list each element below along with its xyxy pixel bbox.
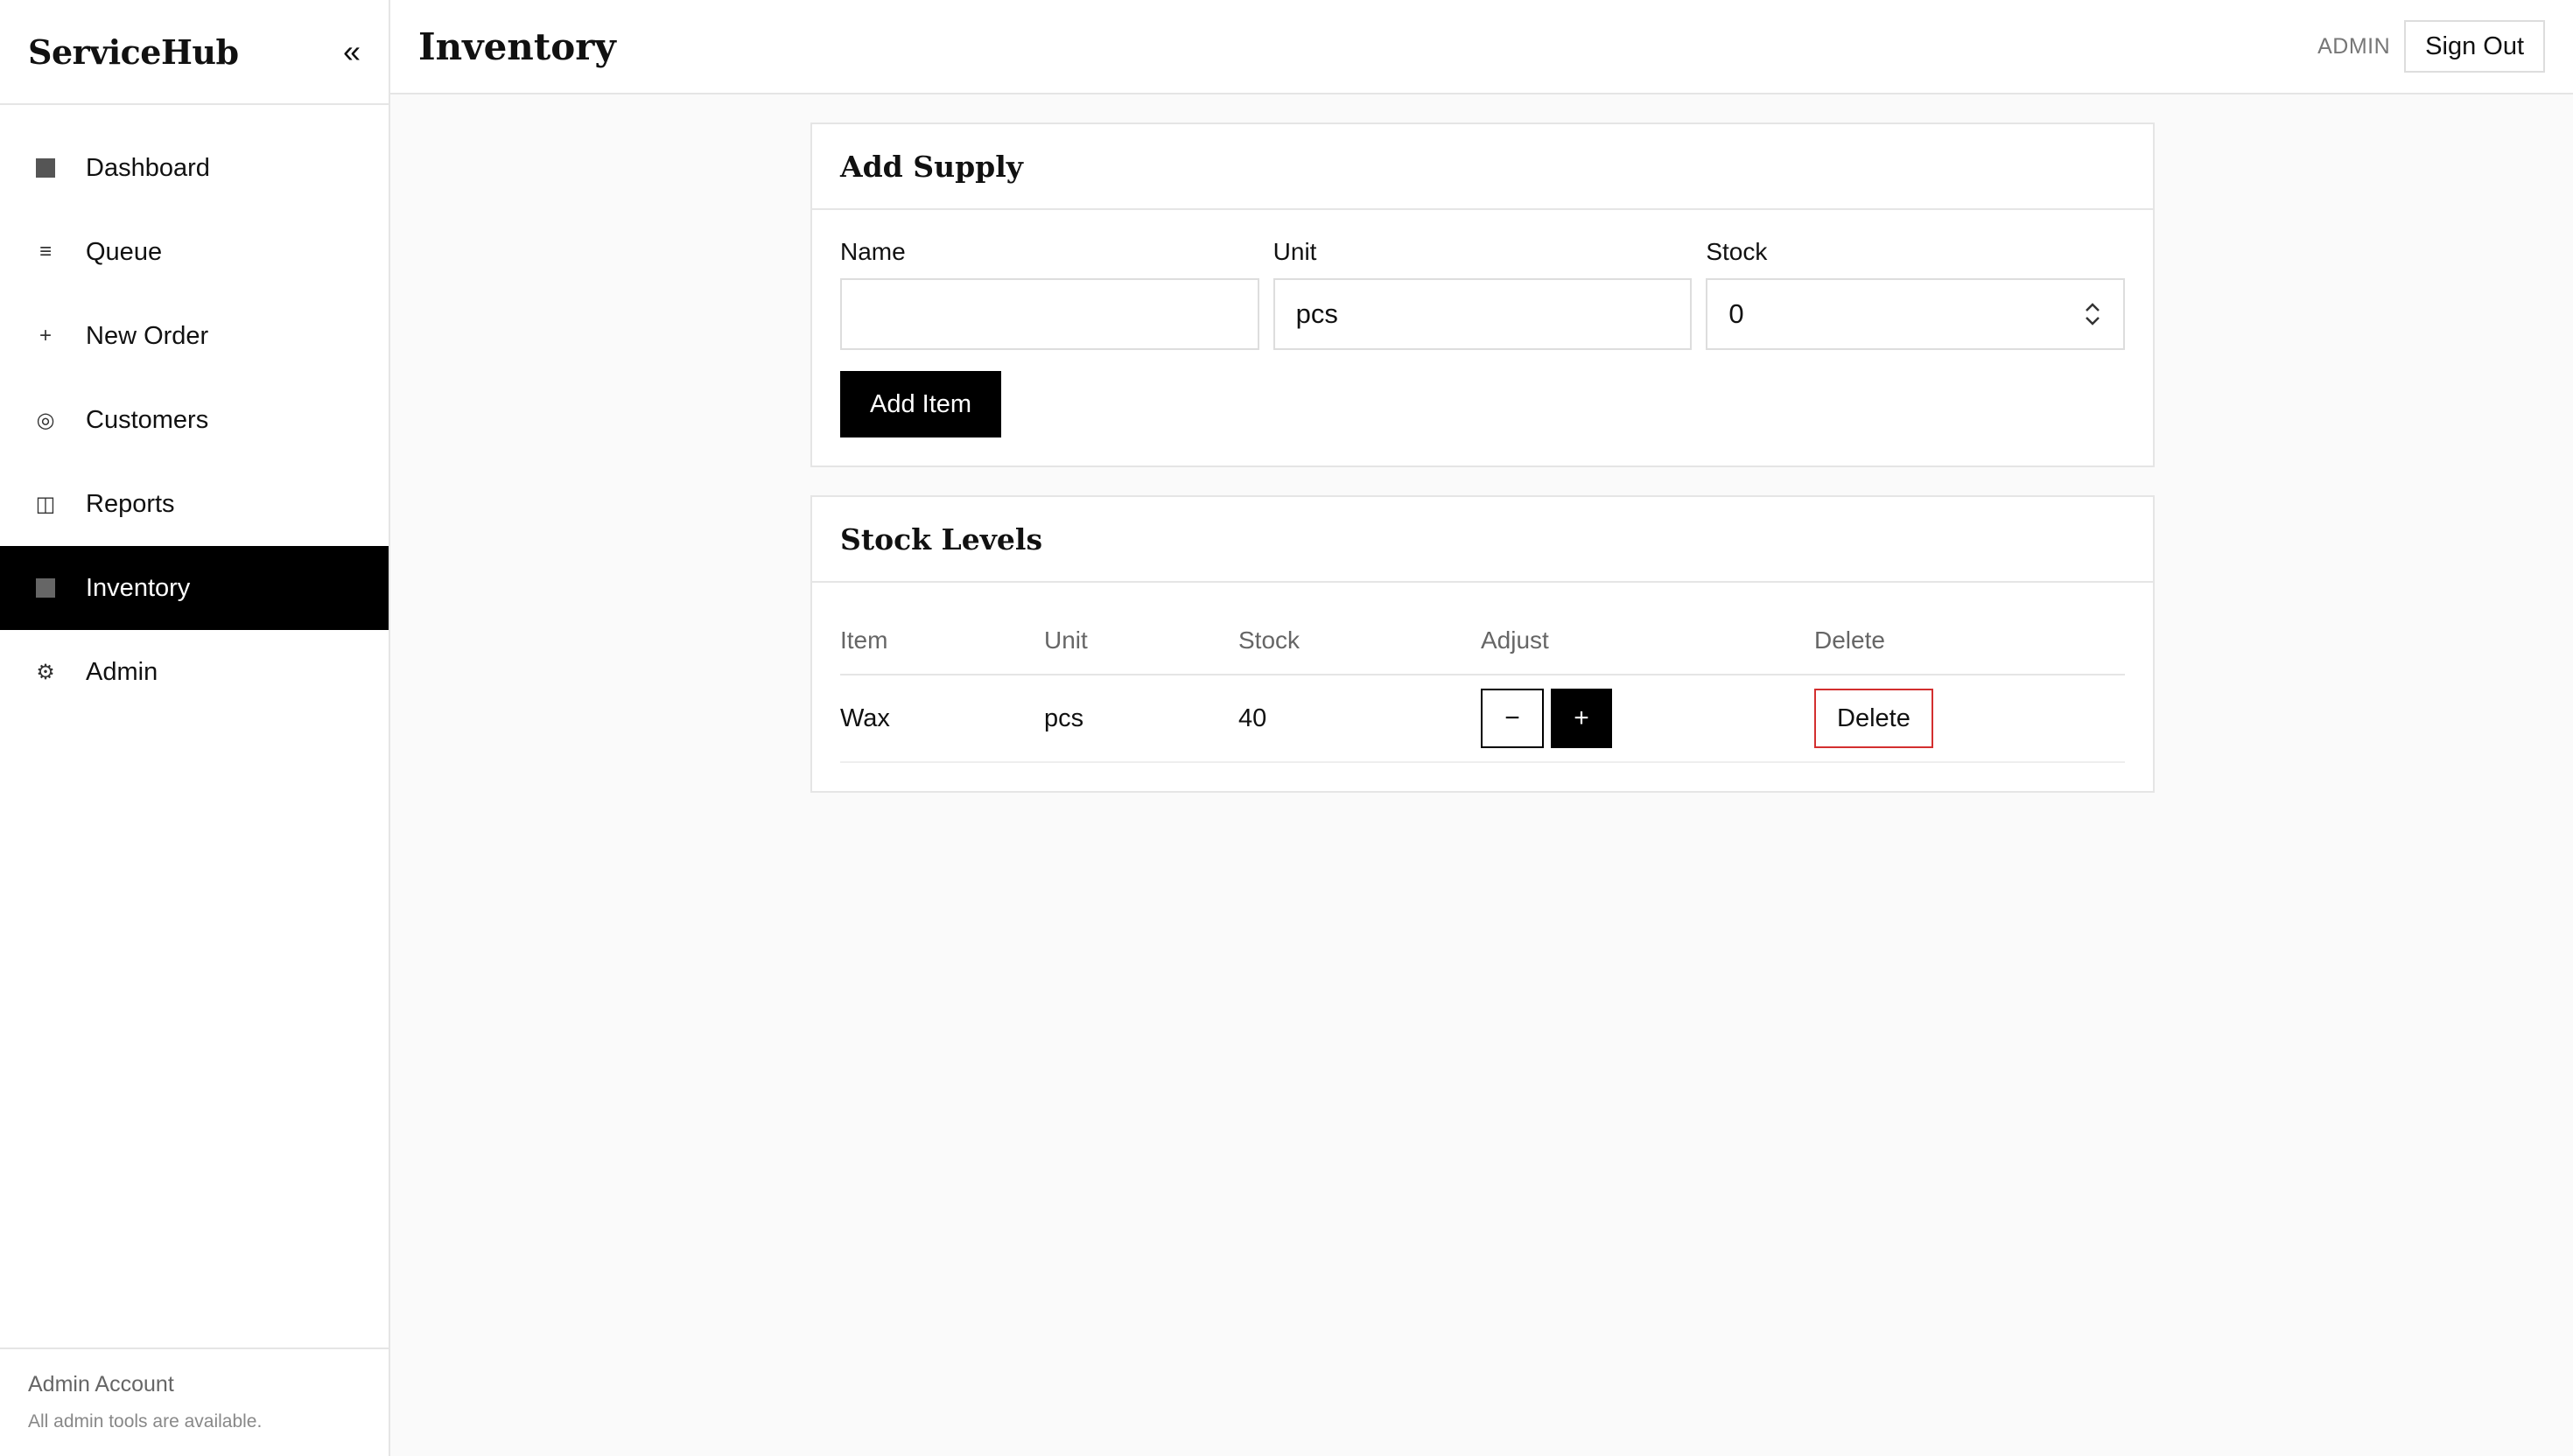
unit-input[interactable]: pcs (1272, 278, 1693, 350)
collapse-sidebar-icon[interactable]: « (343, 36, 361, 67)
topbar: Inventory ADMIN Sign Out (390, 0, 2573, 94)
sidebar-nav: Dashboard ≡ Queue + New Order ◎ Customer… (0, 105, 389, 1348)
name-input[interactable] (840, 278, 1259, 350)
cell-delete: Delete (1814, 689, 2125, 748)
add-supply-card: Add Supply Name Unit pcs Stock 0 Add Ite… (810, 122, 2155, 467)
stock-levels-header: Stock Levels (812, 497, 2153, 583)
sidebar-item-new-order[interactable]: + New Order (0, 294, 389, 378)
sidebar-item-label: Reports (86, 489, 175, 518)
add-supply-header: Add Supply (812, 124, 2153, 210)
page-title: Inventory (418, 24, 616, 68)
delete-button[interactable]: Delete (1814, 689, 1933, 748)
cell-unit: pcs (1044, 704, 1084, 732)
sidebar-item-customers[interactable]: ◎ Customers (0, 378, 389, 462)
dashboard-square-icon (33, 158, 58, 178)
menu-icon: ≡ (39, 240, 52, 263)
stock-field-group: Stock 0 (1706, 238, 2126, 350)
sidebar-item-label: Customers (86, 405, 209, 434)
sidebar: ServiceHub « Dashboard ≡ Queue + New Ord… (0, 0, 390, 1456)
sidebar-item-label: Inventory (86, 573, 191, 602)
table-row: Wax pcs 40 − + Delete (840, 676, 2125, 763)
sidebar-item-queue[interactable]: ≡ Queue (0, 210, 389, 294)
sidebar-item-label: New Order (86, 321, 209, 350)
add-supply-body: Name Unit pcs Stock 0 Add Item (812, 210, 2153, 466)
stepper-icon[interactable] (2083, 299, 2102, 329)
sidebar-footer: Admin Account All admin tools are availa… (0, 1348, 389, 1456)
unit-value: pcs (1295, 298, 1338, 329)
content: Add Supply Name Unit pcs Stock 0 Add Ite… (390, 94, 2573, 821)
role-badge: ADMIN (2317, 33, 2391, 59)
circle-icon: ◎ (36, 408, 55, 432)
app-root: ServiceHub « Dashboard ≡ Queue + New Ord… (0, 0, 2573, 1456)
inventory-square-icon (33, 578, 58, 598)
columns-icon: ◫ (35, 492, 56, 516)
column-header-adjust: Adjust (1481, 626, 1549, 654)
unit-field-group: Unit pcs (1272, 238, 1693, 350)
main-area: Inventory ADMIN Sign Out Add Supply Name (390, 0, 2573, 1456)
column-header-unit: Unit (1044, 626, 1088, 654)
name-label: Name (840, 238, 906, 265)
stock-input[interactable]: 0 (1706, 278, 2126, 350)
topbar-actions: ADMIN Sign Out (2317, 20, 2545, 73)
sidebar-item-dashboard[interactable]: Dashboard (0, 126, 389, 210)
stock-value: 0 (1728, 298, 1744, 329)
sidebar-item-reports[interactable]: ◫ Reports (0, 462, 389, 546)
sign-out-button[interactable]: Sign Out (2404, 20, 2545, 73)
sidebar-header: ServiceHub « (0, 0, 389, 105)
account-title: Admin Account (28, 1372, 174, 1396)
sidebar-item-label: Admin (86, 657, 158, 686)
sidebar-item-inventory[interactable]: Inventory (0, 546, 389, 630)
stock-levels-title: Stock Levels (840, 522, 1043, 556)
table-header-row: Item Unit Stock Adjust Delete (840, 618, 2125, 676)
stock-levels-card: Stock Levels Item Unit Stock Adjust Dele… (810, 495, 2155, 793)
sidebar-item-label: Queue (86, 237, 163, 266)
increment-button[interactable]: + (1551, 689, 1612, 748)
add-supply-title: Add Supply (840, 149, 1023, 184)
account-subtitle: All admin tools are available. (28, 1411, 263, 1432)
stock-label: Stock (1706, 238, 1768, 265)
add-item-button[interactable]: Add Item (840, 371, 1002, 438)
unit-label: Unit (1272, 238, 1317, 265)
column-header-item: Item (840, 626, 888, 654)
name-field-group: Name (840, 238, 1259, 350)
cell-stock: 40 (1238, 704, 1267, 732)
plus-icon: + (39, 324, 52, 347)
column-header-delete: Delete (1814, 626, 1885, 654)
decrement-button[interactable]: − (1481, 689, 1544, 748)
gear-icon: ⚙ (36, 660, 55, 684)
cell-item: Wax (840, 704, 890, 732)
add-supply-form: Name Unit pcs Stock 0 (840, 238, 2126, 350)
sidebar-item-label: Dashboard (86, 153, 210, 182)
cell-adjust: − + (1481, 689, 1814, 748)
column-header-stock: Stock (1238, 626, 1301, 654)
brand-logo: ServiceHub (28, 32, 239, 72)
sidebar-item-admin[interactable]: ⚙ Admin (0, 630, 389, 714)
stock-table: Item Unit Stock Adjust Delete Wax pcs 40… (812, 583, 2153, 791)
